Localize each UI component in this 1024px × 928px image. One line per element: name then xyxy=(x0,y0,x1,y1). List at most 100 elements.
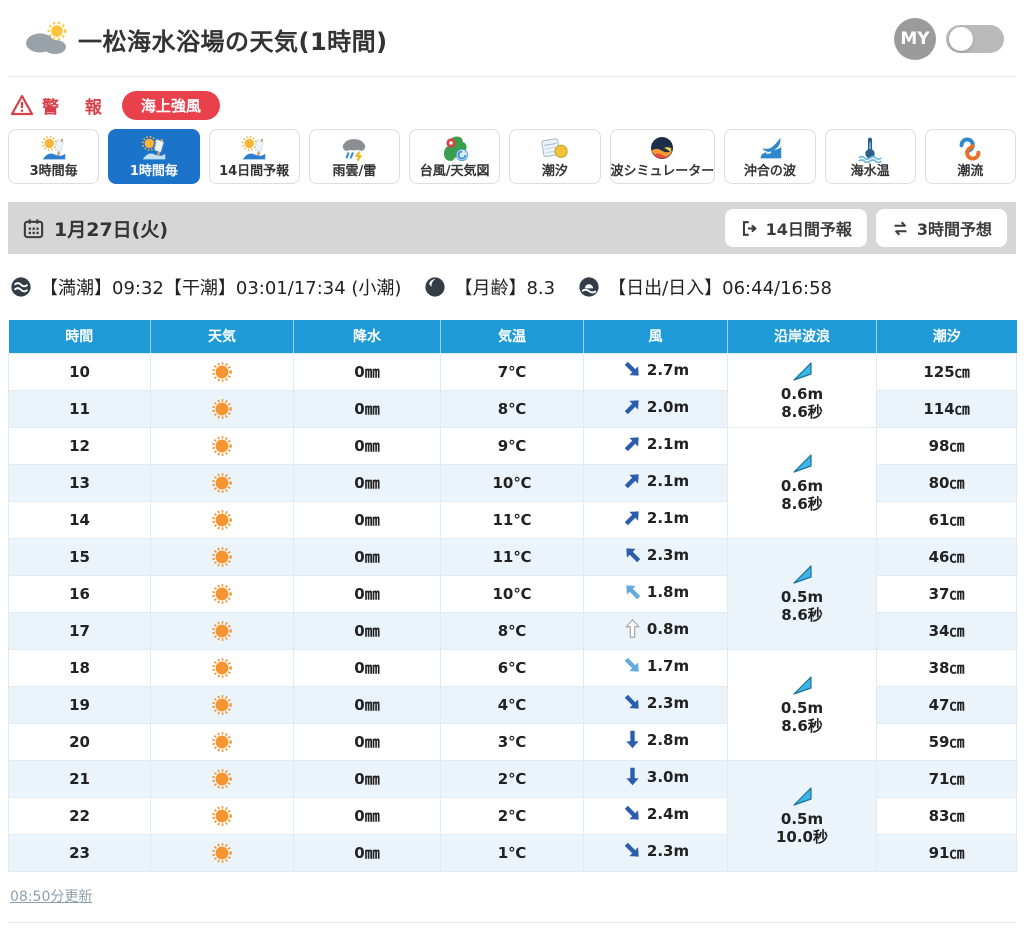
tab-3hourly[interactable]: 3時間毎 xyxy=(8,129,100,184)
sea-temperature-icon xyxy=(855,134,885,164)
wave-period: 8.6秒 xyxy=(781,606,823,624)
tide-cell: 59㎝ xyxy=(876,722,1017,761)
sunny-icon xyxy=(212,842,232,863)
typhoon-map-icon xyxy=(441,134,469,164)
precip-cell: 0㎜ xyxy=(293,574,441,613)
tab-sea-temperature[interactable]: 海水温 xyxy=(824,129,916,184)
weather-cell xyxy=(150,722,294,761)
tab-typhoon-weather-map[interactable]: 台風/天気図 xyxy=(409,129,501,184)
table-row: 10 0㎜ 7℃ 2.7m 0.6m 8.6秒 125㎝ xyxy=(8,352,1017,428)
header-right: MY xyxy=(894,18,1004,60)
time-cell: 17 xyxy=(8,611,151,650)
wind-cell: 2.4m xyxy=(583,796,728,835)
wind-direction-arrow-icon xyxy=(624,694,639,709)
table-row: 15 0㎜ 11℃ 2.3m 0.5m 8.6秒 46㎝ xyxy=(8,537,1017,650)
wind-direction-arrow-icon xyxy=(626,767,639,786)
tab-tidal-current[interactable]: 潮流 xyxy=(924,129,1016,184)
sunny-icon xyxy=(212,694,232,715)
temp-cell: 11℃ xyxy=(440,500,584,539)
tab-offshore-waves[interactable]: 沖合の波 xyxy=(724,129,816,184)
precip-cell: 0㎜ xyxy=(293,685,441,724)
moon-age: 【月齢】8.3 xyxy=(454,278,556,299)
table-header-row: 時間 天気 降水 気温 風 沿岸波浪 潮汐 xyxy=(8,320,1017,353)
wind-cell: 2.1m xyxy=(583,500,728,539)
tab-wave-simulator[interactable]: 波シミュレーター xyxy=(609,129,716,184)
temp-cell: 8℃ xyxy=(440,611,584,650)
warning-badge[interactable]: 海上強風 xyxy=(121,90,220,120)
go-14day-forecast-button[interactable]: 14日間予報 xyxy=(724,209,867,247)
tide-cell: 46㎝ xyxy=(876,537,1017,576)
coastal-wave-cell: 0.5m 8.6秒 xyxy=(727,537,877,650)
weather-cell xyxy=(150,500,294,539)
date-left: 1月27日(火) xyxy=(22,215,168,242)
temp-cell: 10℃ xyxy=(440,574,584,613)
coastal-wave-cell: 0.5m 8.6秒 xyxy=(727,648,877,761)
tab-14day-forecast[interactable]: 14日間予報 xyxy=(208,129,300,184)
rain-cloud-icon xyxy=(339,134,369,164)
wind-cell: 2.0m xyxy=(583,389,728,428)
wind-cell: 2.7m xyxy=(583,352,728,391)
forecast-table-body: 10 0㎜ 7℃ 2.7m 0.6m 8.6秒 125㎝ 11 0㎜ 8℃ 2.0m 114㎝ 12 0㎜… xyxy=(8,352,1017,872)
wind-cell: 1.7m xyxy=(583,648,728,687)
temp-cell: 1℃ xyxy=(440,833,584,872)
calendar-icon xyxy=(23,218,44,238)
wind-speed: 2.1m xyxy=(646,434,690,453)
my-toggle-switch[interactable] xyxy=(946,25,1004,53)
wave-direction-icon xyxy=(793,361,812,381)
table-row: 21 0㎜ 2℃ 3.0m 0.5m 10.0秒 71㎝ xyxy=(8,759,1017,872)
temp-cell: 8℃ xyxy=(440,389,584,428)
tab-1hourly[interactable]: 1時間毎 xyxy=(108,129,200,184)
precip-cell: 0㎜ xyxy=(293,722,441,761)
col-header-time: 時間 xyxy=(8,320,151,353)
coastal-wave-cell: 0.5m 10.0秒 xyxy=(727,759,877,872)
table-row: 12 0㎜ 9℃ 2.1m 0.6m 8.6秒 98㎝ xyxy=(8,426,1017,539)
col-header-precip: 降水 xyxy=(293,320,441,353)
weather-cell xyxy=(150,796,294,835)
update-time-link[interactable]: 08:50分更新 xyxy=(10,889,92,905)
time-cell: 19 xyxy=(8,685,151,724)
tide-cell: 98㎝ xyxy=(876,426,1017,465)
wind-direction-arrow-icon xyxy=(624,474,639,489)
my-button[interactable]: MY xyxy=(894,18,936,60)
weather-cell xyxy=(150,574,294,613)
sunrise-sunset-icon xyxy=(579,277,599,297)
time-cell: 20 xyxy=(8,722,151,761)
wave-simulator-globe-icon xyxy=(648,134,676,164)
wind-speed: 1.7m xyxy=(646,656,690,675)
weather-cell xyxy=(150,426,294,465)
sunny-icon xyxy=(212,509,232,530)
weather-cell xyxy=(150,833,294,872)
tab-label: 3時間毎 xyxy=(29,164,78,179)
weather-cell xyxy=(150,463,294,502)
tab-row: 3時間毎 1時間毎 14日間予報 雨雲/雷 台風/天気図 潮汐 波シミュレーター… xyxy=(8,129,1016,184)
sunrise-sunset-times: 【日出/日入】06:44/16:58 xyxy=(608,278,832,299)
current-date: 1月27日(火) xyxy=(54,218,169,241)
wind-speed: 2.3m xyxy=(646,545,690,564)
coastal-wave-cell: 0.6m 8.6秒 xyxy=(727,352,877,428)
wave-direction-icon xyxy=(793,676,812,695)
weather-cell xyxy=(150,759,294,798)
page-bottom-divider xyxy=(8,921,1016,923)
weather-sun-wave-icon xyxy=(139,134,169,164)
switch-3hour-forecast-button[interactable]: 3時間予想 xyxy=(875,209,1007,247)
footer-row: 08:50分更新 xyxy=(10,886,1014,906)
tab-label: 海水温 xyxy=(850,164,890,179)
tab-tide[interactable]: 潮汐 xyxy=(509,129,601,184)
toggle-knob xyxy=(949,27,973,51)
offshore-wave-icon xyxy=(755,134,785,164)
wind-cell: 2.1m xyxy=(583,426,728,465)
wind-cell: 2.3m xyxy=(583,537,728,576)
sunny-icon xyxy=(212,805,232,826)
wind-cell: 1.8m xyxy=(583,574,728,613)
weather-sun-wave-icon xyxy=(39,134,69,164)
precip-cell: 0㎜ xyxy=(293,389,441,428)
weather-cell xyxy=(150,648,294,687)
sunrise-segment: 【日出/日入】06:44/16:58 xyxy=(578,274,832,300)
wave-height: 0.5m xyxy=(780,588,824,606)
col-header-wind: 風 xyxy=(583,320,728,353)
tab-rain-cloud-lightning[interactable]: 雨雲/雷 xyxy=(308,129,400,184)
time-cell: 13 xyxy=(8,463,151,502)
wind-direction-arrow-icon xyxy=(624,657,639,672)
precip-cell: 0㎜ xyxy=(293,833,441,872)
time-cell: 21 xyxy=(8,759,151,798)
